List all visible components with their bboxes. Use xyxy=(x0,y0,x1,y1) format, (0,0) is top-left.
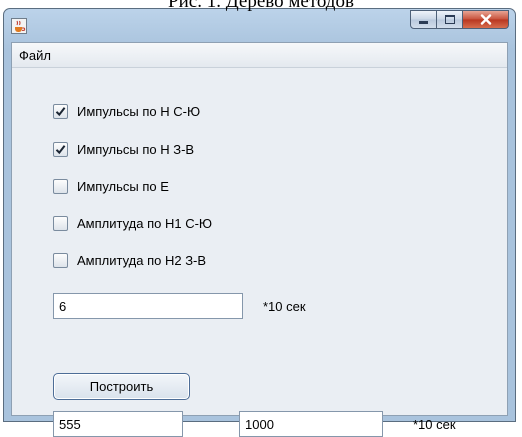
checkbox[interactable] xyxy=(53,215,68,231)
range-to-input[interactable] xyxy=(239,411,383,437)
title-bar[interactable] xyxy=(4,9,515,42)
checkbox-row-h-ew[interactable]: Импульсы по Н З-В xyxy=(53,139,194,159)
range-from-input[interactable] xyxy=(53,411,183,437)
checkmark-icon xyxy=(55,106,66,116)
checkbox-label: Импульсы по Н С-Ю xyxy=(77,103,201,119)
checkbox-label: Импульсы по Е xyxy=(77,178,169,194)
app-window: Файл Импульсы по Н С-Ю Импульсы по Н З-В xyxy=(3,8,516,437)
java-cup-icon[interactable] xyxy=(11,18,27,34)
checkbox-label: Импульсы по Н З-В xyxy=(77,141,195,157)
content-panel: Импульсы по Н С-Ю Импульсы по Н З-В Импу… xyxy=(12,68,507,437)
checkbox-row-h-ns[interactable]: Импульсы по Н С-Ю xyxy=(53,101,200,121)
checkbox-row-amp-h1[interactable]: Амплитуда по Н1 С-Ю xyxy=(53,213,212,233)
close-icon xyxy=(480,14,491,25)
checkbox[interactable] xyxy=(53,103,68,119)
checkbox-label: Амплитуда по Н2 З-В xyxy=(77,252,207,268)
checkbox[interactable] xyxy=(53,141,68,157)
checkbox[interactable] xyxy=(53,178,68,194)
minimize-icon xyxy=(419,21,428,24)
checkbox-row-amp-h2[interactable]: Амплитуда по Н2 З-В xyxy=(53,250,206,270)
build-button[interactable]: Построить xyxy=(53,373,190,400)
checkbox-label: Амплитуда по Н1 С-Ю xyxy=(77,215,213,231)
period-input[interactable] xyxy=(53,293,243,319)
checkmark-icon xyxy=(55,144,66,154)
window-client-area: Файл Импульсы по Н С-Ю Импульсы по Н З-В xyxy=(11,42,508,437)
figure-caption: Рис. 1. Дерево методов xyxy=(168,0,354,12)
maximize-icon xyxy=(444,15,455,24)
menu-file[interactable]: Файл xyxy=(19,48,51,63)
menu-bar: Файл xyxy=(12,43,507,68)
period-unit-label: *10 сек xyxy=(263,299,306,314)
checkbox[interactable] xyxy=(53,252,68,268)
checkbox-row-e[interactable]: Импульсы по Е xyxy=(53,176,169,196)
